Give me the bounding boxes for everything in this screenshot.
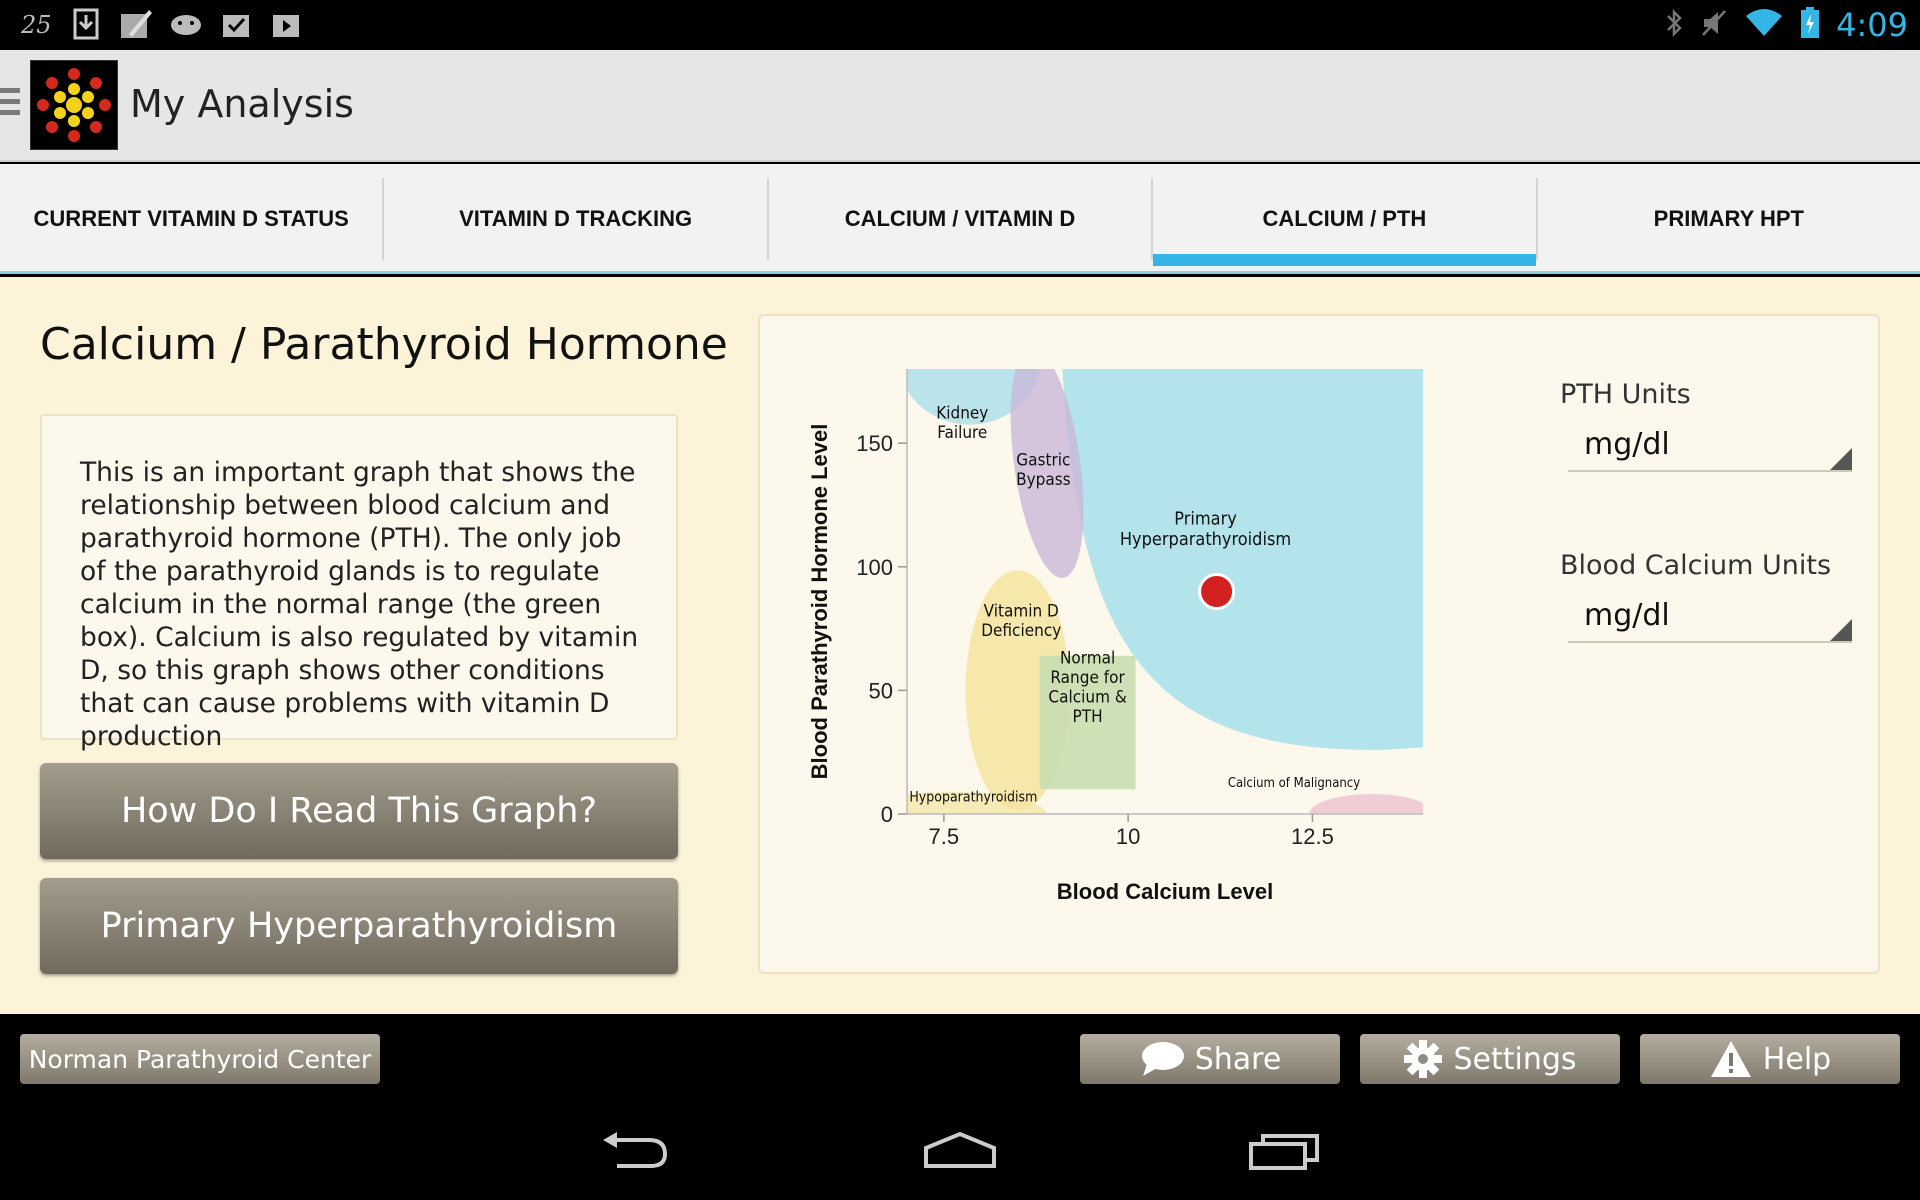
- main-content: Calcium / Parathyroid Hormone This is an…: [0, 277, 1920, 1014]
- section-title: Calcium / Parathyroid Hormone: [40, 319, 728, 370]
- norman-parathyroid-center-button[interactable]: Norman Parathyroid Center: [20, 1034, 380, 1084]
- x-tick-label: 12.5: [1291, 824, 1334, 849]
- calcium-units-select[interactable]: mg/dl: [1568, 591, 1852, 643]
- clock: 4:09: [1836, 6, 1908, 44]
- region-label: Deficiency: [981, 621, 1061, 641]
- settings-button[interactable]: Settings: [1360, 1034, 1620, 1084]
- app-logo[interactable]: [30, 60, 118, 150]
- x-axis-label: Blood Calcium Level: [1057, 879, 1273, 904]
- warning-icon: [1710, 1041, 1751, 1077]
- notification-icons: 25: [18, 6, 304, 42]
- action-bar: My Analysis: [0, 50, 1920, 162]
- pth-units-label: PTH Units: [1560, 379, 1691, 410]
- region-label: Bypass: [1016, 470, 1071, 490]
- region-label: PTH: [1073, 707, 1103, 727]
- download-icon: [68, 6, 104, 42]
- home-icon[interactable]: [915, 1120, 1005, 1180]
- tab-vitamin-d-tracking[interactable]: VITAMIN D TRACKING: [384, 178, 769, 260]
- tab-primary-hpt[interactable]: PRIMARY HPT: [1538, 178, 1920, 260]
- dropdown-arrow-icon: [1830, 448, 1852, 470]
- gear-icon: [1404, 1040, 1443, 1078]
- tab-current-vitamin-d-status[interactable]: CURRENT VITAMIN D STATUS: [0, 178, 385, 260]
- recent-apps-icon[interactable]: [1240, 1120, 1330, 1180]
- region-label: Primary: [1174, 508, 1237, 529]
- y-axis-label: Blood Parathyroid Hormone Level: [807, 424, 832, 780]
- share-label: Share: [1194, 1041, 1282, 1077]
- description-box: This is an important graph that shows th…: [40, 414, 678, 752]
- region-label: Hypoparathyroidism: [909, 790, 1037, 806]
- footer-bar: Norman Parathyroid Center Share Settings…: [0, 1014, 1920, 1100]
- image-edit-icon: [118, 6, 154, 42]
- calcium-units-value: mg/dl: [1584, 598, 1670, 633]
- check-icon: [218, 6, 254, 42]
- speech-bubble-icon: [1141, 1042, 1184, 1076]
- chart-panel: Kidney Failure Gastric Bypass Primary Hyperpa…: [758, 314, 1880, 974]
- region-label: Range for: [1050, 668, 1125, 688]
- navigation-bar: [0, 1100, 1920, 1200]
- calcium-units-label: Blood Calcium Units: [1560, 550, 1832, 581]
- battery-charging-icon: [1800, 6, 1820, 44]
- region-label: Vitamin D: [984, 601, 1059, 621]
- y-tick-label: 100: [856, 555, 893, 580]
- settings-label: Settings: [1453, 1041, 1577, 1077]
- calcium-pth-chart: KidneyFailure GastricBypass PrimaryHyperpa…: [807, 369, 1423, 904]
- tab-calcium-pth[interactable]: CALCIUM / PTH: [1153, 178, 1538, 266]
- mute-icon: [1700, 8, 1728, 43]
- region-label: Normal: [1060, 649, 1115, 669]
- y-tick-label: 150: [856, 431, 893, 456]
- description-text: This is an important graph that shows th…: [80, 457, 639, 752]
- android-icon: [168, 6, 204, 42]
- play-store-icon: [268, 6, 304, 42]
- how-to-read-graph-button[interactable]: How Do I Read This Graph?: [40, 763, 678, 859]
- back-icon[interactable]: [590, 1120, 680, 1180]
- y-tick-label: 50: [869, 678, 893, 703]
- pth-units-select[interactable]: mg/dl: [1568, 420, 1852, 472]
- drawer-menu-icon[interactable]: [0, 88, 20, 121]
- y-tick-label: 0: [881, 802, 893, 827]
- tab-bar: CURRENT VITAMIN D STATUS VITAMIN D TRACK…: [0, 164, 1920, 274]
- region-label: Calcium of Malignancy: [1228, 776, 1360, 791]
- pth-units-value: mg/dl: [1584, 427, 1670, 462]
- x-tick-label: 7.5: [929, 824, 960, 849]
- dropdown-arrow-icon: [1830, 619, 1852, 641]
- region-label: Failure: [937, 423, 987, 443]
- region-label: Calcium &: [1048, 688, 1126, 708]
- system-icons: 4:09: [1664, 0, 1908, 50]
- x-tick-label: 10: [1116, 824, 1140, 849]
- notification-25-icon: 25: [18, 6, 54, 42]
- region-label: Kidney: [936, 404, 988, 424]
- svg-text:25: 25: [20, 11, 52, 39]
- share-button[interactable]: Share: [1080, 1034, 1340, 1084]
- help-label: Help: [1762, 1041, 1832, 1077]
- primary-hyperparathyroidism-button[interactable]: Primary Hyperparathyroidism: [40, 878, 678, 974]
- tab-calcium-vitamin-d[interactable]: CALCIUM / VITAMIN D: [769, 178, 1154, 260]
- help-button[interactable]: Help: [1640, 1034, 1900, 1084]
- page-title: My Analysis: [130, 82, 354, 126]
- region-label: Gastric: [1016, 451, 1070, 471]
- user-data-point: [1198, 573, 1236, 610]
- plot-regions: [907, 369, 1423, 814]
- bluetooth-icon: [1664, 8, 1684, 43]
- status-bar: 25 4:09: [0, 0, 1920, 50]
- wifi-icon: [1744, 8, 1784, 43]
- region-label: Hyperparathyroidism: [1120, 529, 1291, 550]
